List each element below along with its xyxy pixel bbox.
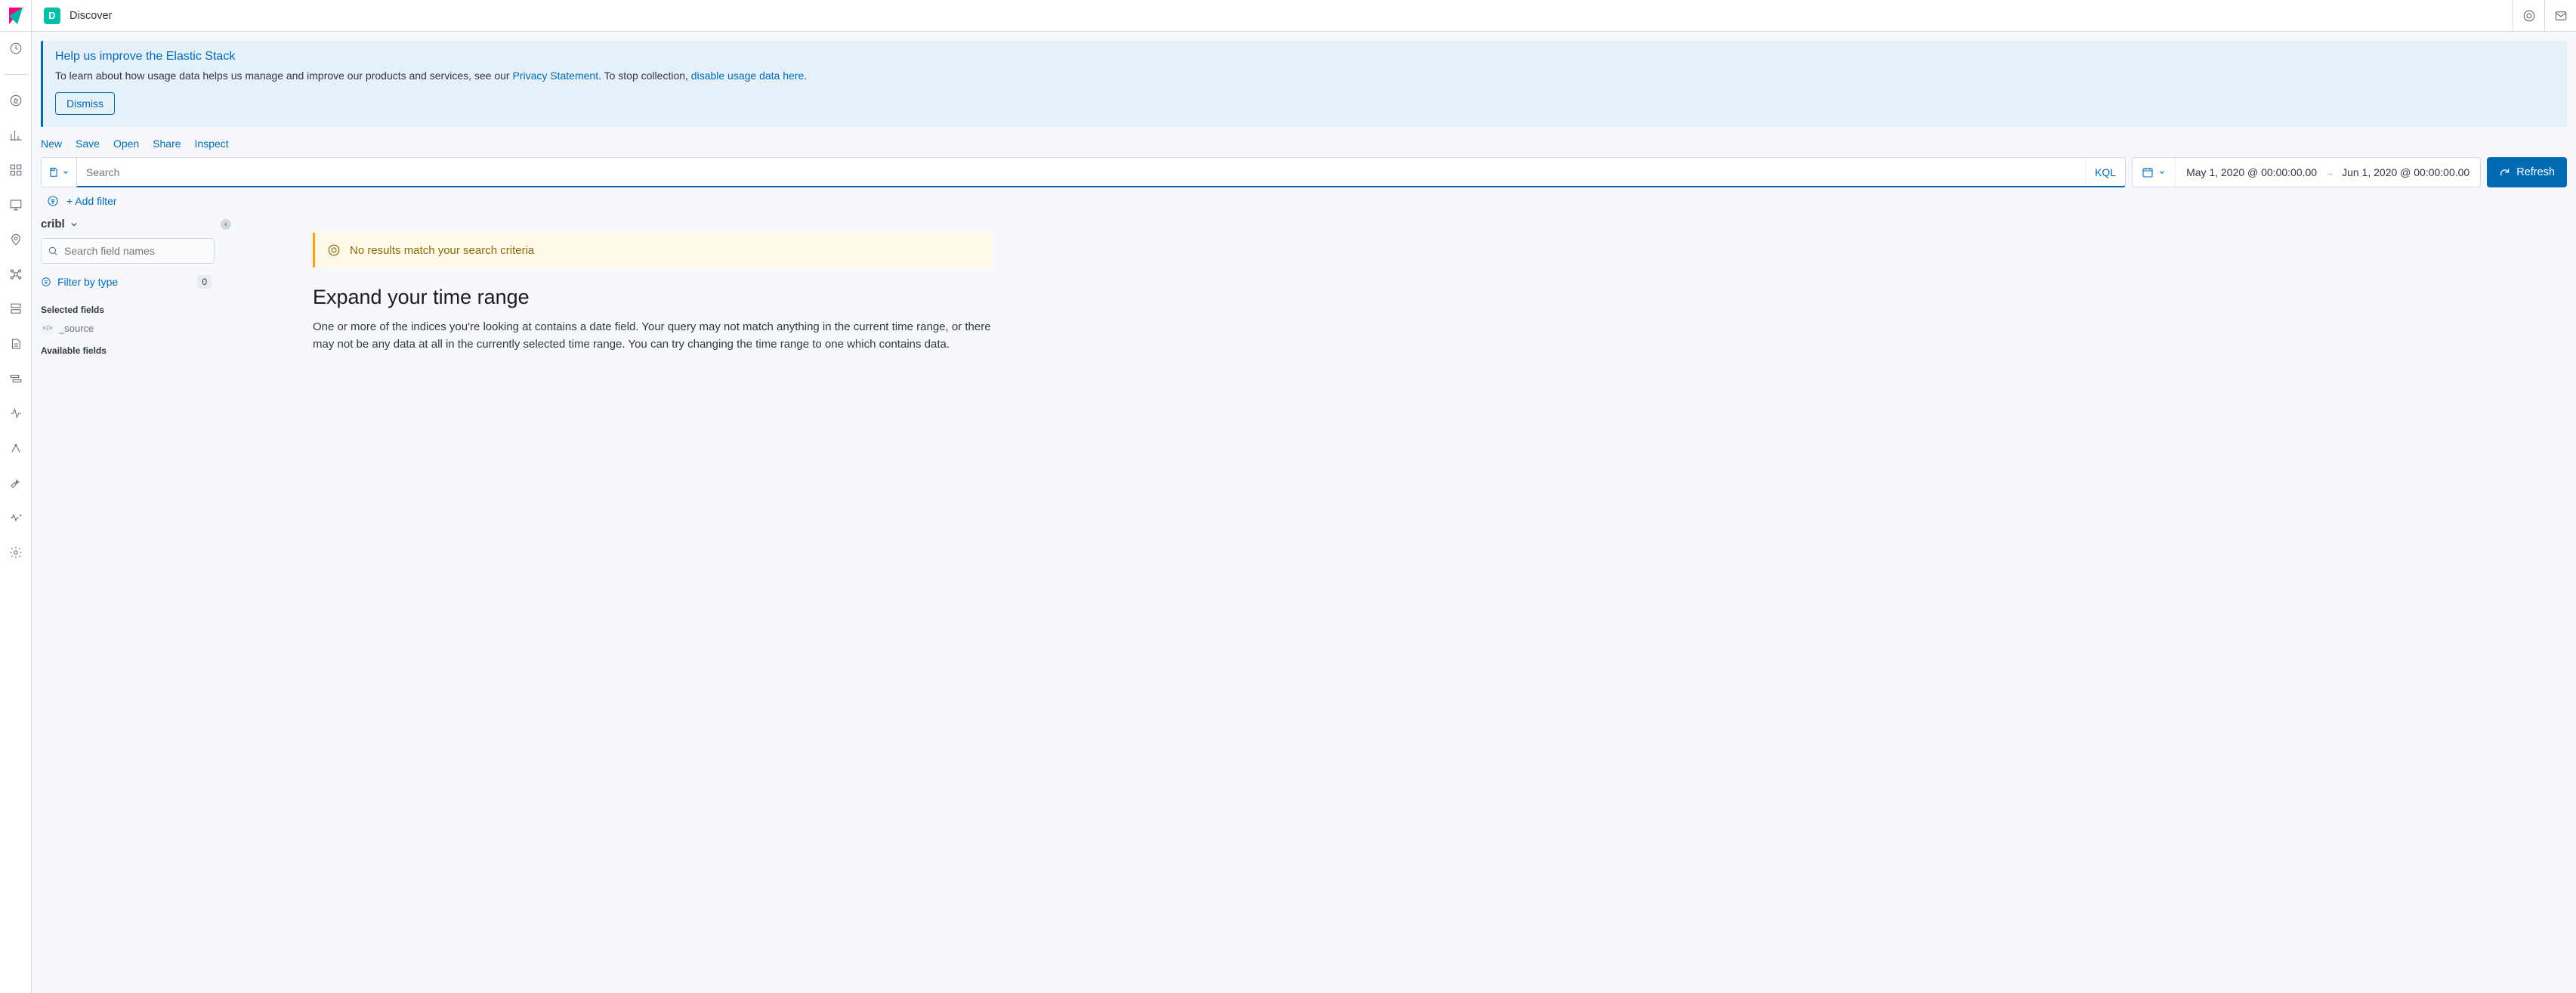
warning-icon bbox=[327, 243, 341, 257]
query-bar: KQL May 1, 2020 @ 00:00:00.00 → Jun 1, 2… bbox=[41, 157, 2567, 187]
menu-open[interactable]: Open bbox=[113, 138, 139, 150]
nav-devtools-icon[interactable] bbox=[7, 474, 25, 492]
expand-time-heading: Expand your time range bbox=[313, 286, 2549, 309]
field-search-input[interactable] bbox=[64, 245, 208, 257]
search-input[interactable] bbox=[77, 158, 2085, 186]
chevron-down-icon bbox=[62, 169, 69, 176]
index-pattern-selector[interactable]: cribl bbox=[41, 218, 79, 230]
callout-body: To learn about how usage data helps us m… bbox=[55, 70, 2555, 82]
available-fields-title: Available fields bbox=[41, 345, 231, 356]
nav-visualize-icon[interactable] bbox=[7, 126, 25, 144]
fields-sidebar: cribl Filter by type 0 bbox=[41, 215, 237, 362]
search-box: KQL bbox=[76, 157, 2126, 187]
menu-inspect[interactable]: Inspect bbox=[195, 138, 229, 150]
nav-siem-icon[interactable] bbox=[7, 439, 25, 457]
chevron-down-icon bbox=[69, 220, 79, 229]
main: Help us improve the Elastic Stack To lea… bbox=[32, 32, 2576, 993]
side-nav bbox=[0, 32, 32, 993]
nav-uptime-icon[interactable] bbox=[7, 404, 25, 422]
nav-logs-icon[interactable] bbox=[7, 335, 25, 353]
warning-text: No results match your search criteria bbox=[350, 244, 534, 257]
time-from: May 1, 2020 @ 00:00:00.00 bbox=[2186, 166, 2317, 178]
chevron-down-icon bbox=[2158, 169, 2166, 176]
datepicker-button[interactable] bbox=[2133, 158, 2176, 187]
nav-ml-icon[interactable] bbox=[7, 265, 25, 283]
field-search bbox=[41, 238, 215, 264]
breadcrumb-badge: D bbox=[44, 8, 60, 24]
nav-monitoring-icon[interactable] bbox=[7, 509, 25, 527]
field-source[interactable]: </> _source bbox=[41, 321, 231, 335]
filter-icon[interactable] bbox=[47, 195, 59, 207]
callout-title: Help us improve the Elastic Stack bbox=[55, 50, 2555, 63]
nav-apm-icon[interactable] bbox=[7, 370, 25, 388]
add-filter-link[interactable]: + Add filter bbox=[66, 195, 117, 207]
time-range[interactable]: May 1, 2020 @ 00:00:00.00 → Jun 1, 2020 … bbox=[2176, 166, 2480, 178]
calendar-icon bbox=[2142, 166, 2154, 178]
disable-link[interactable]: disable usage data here bbox=[691, 70, 804, 82]
kibana-logo[interactable] bbox=[0, 0, 32, 32]
no-results-warning: No results match your search criteria bbox=[313, 233, 993, 268]
saved-query-button[interactable] bbox=[41, 157, 77, 187]
menu-share[interactable]: Share bbox=[153, 138, 181, 150]
search-icon bbox=[48, 246, 58, 256]
refresh-button[interactable]: Refresh bbox=[2487, 157, 2567, 187]
menu-new[interactable]: New bbox=[41, 138, 62, 150]
telemetry-callout: Help us improve the Elastic Stack To lea… bbox=[41, 41, 2567, 127]
nav-dashboard-icon[interactable] bbox=[7, 161, 25, 179]
kibana-logo-icon bbox=[9, 8, 23, 24]
dismiss-button[interactable]: Dismiss bbox=[55, 92, 115, 115]
field-type-icon: </> bbox=[41, 321, 54, 335]
filter-icon bbox=[41, 277, 51, 287]
expand-time-body: One or more of the indices you're lookin… bbox=[313, 318, 993, 354]
nav-infra-icon[interactable] bbox=[7, 300, 25, 318]
nav-recent-icon[interactable] bbox=[7, 39, 25, 57]
help-icon[interactable] bbox=[2513, 0, 2544, 32]
privacy-link[interactable]: Privacy Statement bbox=[512, 70, 598, 82]
filter-count-badge: 0 bbox=[197, 275, 212, 289]
nav-management-icon[interactable] bbox=[7, 543, 25, 561]
collapse-sidebar-icon[interactable] bbox=[221, 219, 231, 230]
arrow-right-icon: → bbox=[2324, 167, 2334, 178]
time-picker[interactable]: May 1, 2020 @ 00:00:00.00 → Jun 1, 2020 … bbox=[2132, 157, 2481, 187]
refresh-icon bbox=[2499, 167, 2510, 178]
selected-fields-title: Selected fields bbox=[41, 305, 231, 315]
nav-canvas-icon[interactable] bbox=[7, 196, 25, 214]
save-icon bbox=[48, 167, 59, 178]
filter-row: + Add filter bbox=[41, 187, 2567, 212]
breadcrumb[interactable]: Discover bbox=[69, 10, 112, 22]
time-to: Jun 1, 2020 @ 00:00:00.00 bbox=[2342, 166, 2469, 178]
filter-by-type[interactable]: Filter by type 0 bbox=[41, 270, 215, 294]
nav-maps-icon[interactable] bbox=[7, 230, 25, 249]
menu-save[interactable]: Save bbox=[76, 138, 100, 150]
mail-icon[interactable] bbox=[2544, 0, 2576, 32]
kql-toggle[interactable]: KQL bbox=[2085, 158, 2125, 186]
top-menu: New Save Open Share Inspect bbox=[41, 127, 2567, 157]
nav-discover-icon[interactable] bbox=[7, 91, 25, 110]
content-area: No results match your search criteria Ex… bbox=[237, 215, 2567, 362]
topbar: D Discover bbox=[0, 0, 2576, 32]
